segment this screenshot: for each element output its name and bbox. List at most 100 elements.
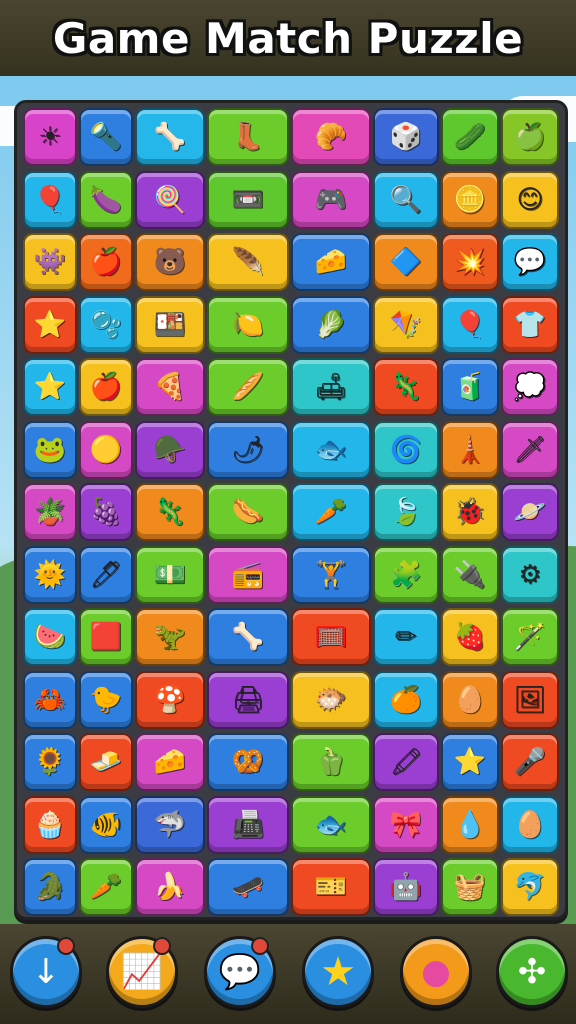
tile-r7-c1[interactable]: 🖊: [79, 545, 133, 604]
tile-r9-c6[interactable]: 🥚: [441, 670, 499, 729]
tile-r9-c2[interactable]: 🍄: [135, 670, 205, 729]
tile-r5-c1[interactable]: 🟡: [79, 420, 133, 479]
tile-r7-c7[interactable]: ⚙: [501, 545, 559, 604]
tile-r12-c2[interactable]: 🍌: [135, 858, 205, 916]
tile-r8-c6[interactable]: 🍓: [441, 608, 499, 666]
tile-r11-c4[interactable]: 🐟: [291, 795, 371, 854]
tile-r2-c2[interactable]: 🐻: [135, 233, 205, 291]
tile-r2-c5[interactable]: 🔷: [373, 233, 439, 291]
tile-r7-c2[interactable]: 💵: [135, 545, 205, 604]
tile-r6-c5[interactable]: 🍃: [373, 483, 439, 541]
tile-r6-c6[interactable]: 🐞: [441, 483, 499, 541]
tile-r12-c0[interactable]: 🐊: [23, 858, 77, 916]
tile-r0-c1[interactable]: 🔦: [79, 108, 133, 166]
tile-r4-c6[interactable]: 🧃: [441, 358, 499, 416]
tile-r4-c4[interactable]: 🛋: [291, 358, 371, 416]
tile-r11-c5[interactable]: 🎀: [373, 795, 439, 854]
tile-r8-c2[interactable]: 🦖: [135, 608, 205, 666]
tile-r4-c7[interactable]: 💭: [501, 358, 559, 416]
tile-r10-c6[interactable]: ⭐: [441, 733, 499, 791]
tile-r11-c1[interactable]: 🐠: [79, 795, 133, 854]
tile-r8-c1[interactable]: 🟥: [79, 608, 133, 666]
tile-r5-c6[interactable]: 🗼: [441, 420, 499, 479]
tile-r8-c7[interactable]: 🪄: [501, 608, 559, 666]
tile-r12-c6[interactable]: 🧺: [441, 858, 499, 916]
tile-r10-c4[interactable]: 🫑: [291, 733, 371, 791]
star-button[interactable]: ★: [302, 936, 374, 1008]
tile-r11-c7[interactable]: 🥚: [501, 795, 559, 854]
tile-r5-c7[interactable]: 🗡: [501, 420, 559, 479]
tile-r3-c7[interactable]: 👕: [501, 295, 559, 354]
tile-r7-c4[interactable]: 🏋: [291, 545, 371, 604]
tile-r2-c3[interactable]: 🪶: [207, 233, 289, 291]
tile-r12-c3[interactable]: 🛹: [207, 858, 289, 916]
tile-r3-c1[interactable]: 🫧: [79, 295, 133, 354]
tile-r10-c0[interactable]: 🌻: [23, 733, 77, 791]
tile-r1-c4[interactable]: 🎮: [291, 170, 371, 229]
tile-r10-c1[interactable]: 🧈: [79, 733, 133, 791]
tile-r0-c0[interactable]: ☀: [23, 108, 77, 166]
tile-r9-c0[interactable]: 🦀: [23, 670, 77, 729]
tile-r11-c6[interactable]: 💧: [441, 795, 499, 854]
tile-r11-c2[interactable]: 🦈: [135, 795, 205, 854]
tile-r3-c0[interactable]: ⭐: [23, 295, 77, 354]
tile-r10-c3[interactable]: 🥨: [207, 733, 289, 791]
tile-r7-c6[interactable]: 🔌: [441, 545, 499, 604]
tile-r8-c5[interactable]: ✏: [373, 608, 439, 666]
tile-r6-c1[interactable]: 🍇: [79, 483, 133, 541]
tile-r1-c0[interactable]: 🎈: [23, 170, 77, 229]
tile-r10-c5[interactable]: 🖍: [373, 733, 439, 791]
tile-r9-c5[interactable]: 🍊: [373, 670, 439, 729]
tile-r7-c3[interactable]: 📻: [207, 545, 289, 604]
tile-r6-c7[interactable]: 🪐: [501, 483, 559, 541]
tile-r4-c0[interactable]: ⭐: [23, 358, 77, 416]
tile-r0-c3[interactable]: 👢: [207, 108, 289, 166]
tile-r8-c3[interactable]: 🦴: [207, 608, 289, 666]
tile-r2-c4[interactable]: 🧀: [291, 233, 371, 291]
tile-r7-c5[interactable]: 🧩: [373, 545, 439, 604]
tile-r8-c4[interactable]: 🥅: [291, 608, 371, 666]
chart-button[interactable]: 📈: [106, 936, 178, 1008]
tile-r7-c0[interactable]: 🌞: [23, 545, 77, 604]
tile-r5-c5[interactable]: 🌀: [373, 420, 439, 479]
tile-r4-c3[interactable]: 🥖: [207, 358, 289, 416]
tile-r5-c4[interactable]: 🐟: [291, 420, 371, 479]
tile-r1-c6[interactable]: 🪙: [441, 170, 499, 229]
tile-r2-c0[interactable]: 👾: [23, 233, 77, 291]
tile-r11-c3[interactable]: 📠: [207, 795, 289, 854]
tile-r0-c6[interactable]: 🥒: [441, 108, 499, 166]
tile-r2-c6[interactable]: 💥: [441, 233, 499, 291]
tile-r6-c2[interactable]: 🦎: [135, 483, 205, 541]
tile-r5-c3[interactable]: 🌶: [207, 420, 289, 479]
tile-r9-c1[interactable]: 🐤: [79, 670, 133, 729]
tile-r9-c4[interactable]: 🐡: [291, 670, 371, 729]
tile-r3-c2[interactable]: 🍱: [135, 295, 205, 354]
tile-r0-c4[interactable]: 🥐: [291, 108, 371, 166]
tile-r8-c0[interactable]: 🍉: [23, 608, 77, 666]
tile-r11-c0[interactable]: 🧁: [23, 795, 77, 854]
tile-r1-c7[interactable]: 😊: [501, 170, 559, 229]
tile-r12-c1[interactable]: 🥕: [79, 858, 133, 916]
tile-r1-c5[interactable]: 🔍: [373, 170, 439, 229]
tile-r4-c1[interactable]: 🍎: [79, 358, 133, 416]
download-button[interactable]: ↓: [10, 936, 82, 1008]
tile-r1-c1[interactable]: 🍆: [79, 170, 133, 229]
tile-r0-c2[interactable]: 🦴: [135, 108, 205, 166]
tile-r9-c7[interactable]: 🖼: [501, 670, 559, 729]
tile-r6-c0[interactable]: 🪴: [23, 483, 77, 541]
tile-r0-c5[interactable]: 🎲: [373, 108, 439, 166]
tile-r6-c3[interactable]: 🌭: [207, 483, 289, 541]
palette-button[interactable]: ●: [400, 936, 472, 1008]
tile-r1-c3[interactable]: 📼: [207, 170, 289, 229]
tile-r3-c3[interactable]: 🍋: [207, 295, 289, 354]
tile-r4-c5[interactable]: 🦎: [373, 358, 439, 416]
tile-r10-c7[interactable]: 🎤: [501, 733, 559, 791]
tile-r12-c5[interactable]: 🤖: [373, 858, 439, 916]
tile-r3-c5[interactable]: 🪁: [373, 295, 439, 354]
tile-r10-c2[interactable]: 🧀: [135, 733, 205, 791]
tile-r2-c7[interactable]: 💬: [501, 233, 559, 291]
tile-r6-c4[interactable]: 🥕: [291, 483, 371, 541]
tile-r2-c1[interactable]: 🍎: [79, 233, 133, 291]
tile-r0-c7[interactable]: 🍏: [501, 108, 559, 166]
tile-r3-c4[interactable]: 🥬: [291, 295, 371, 354]
